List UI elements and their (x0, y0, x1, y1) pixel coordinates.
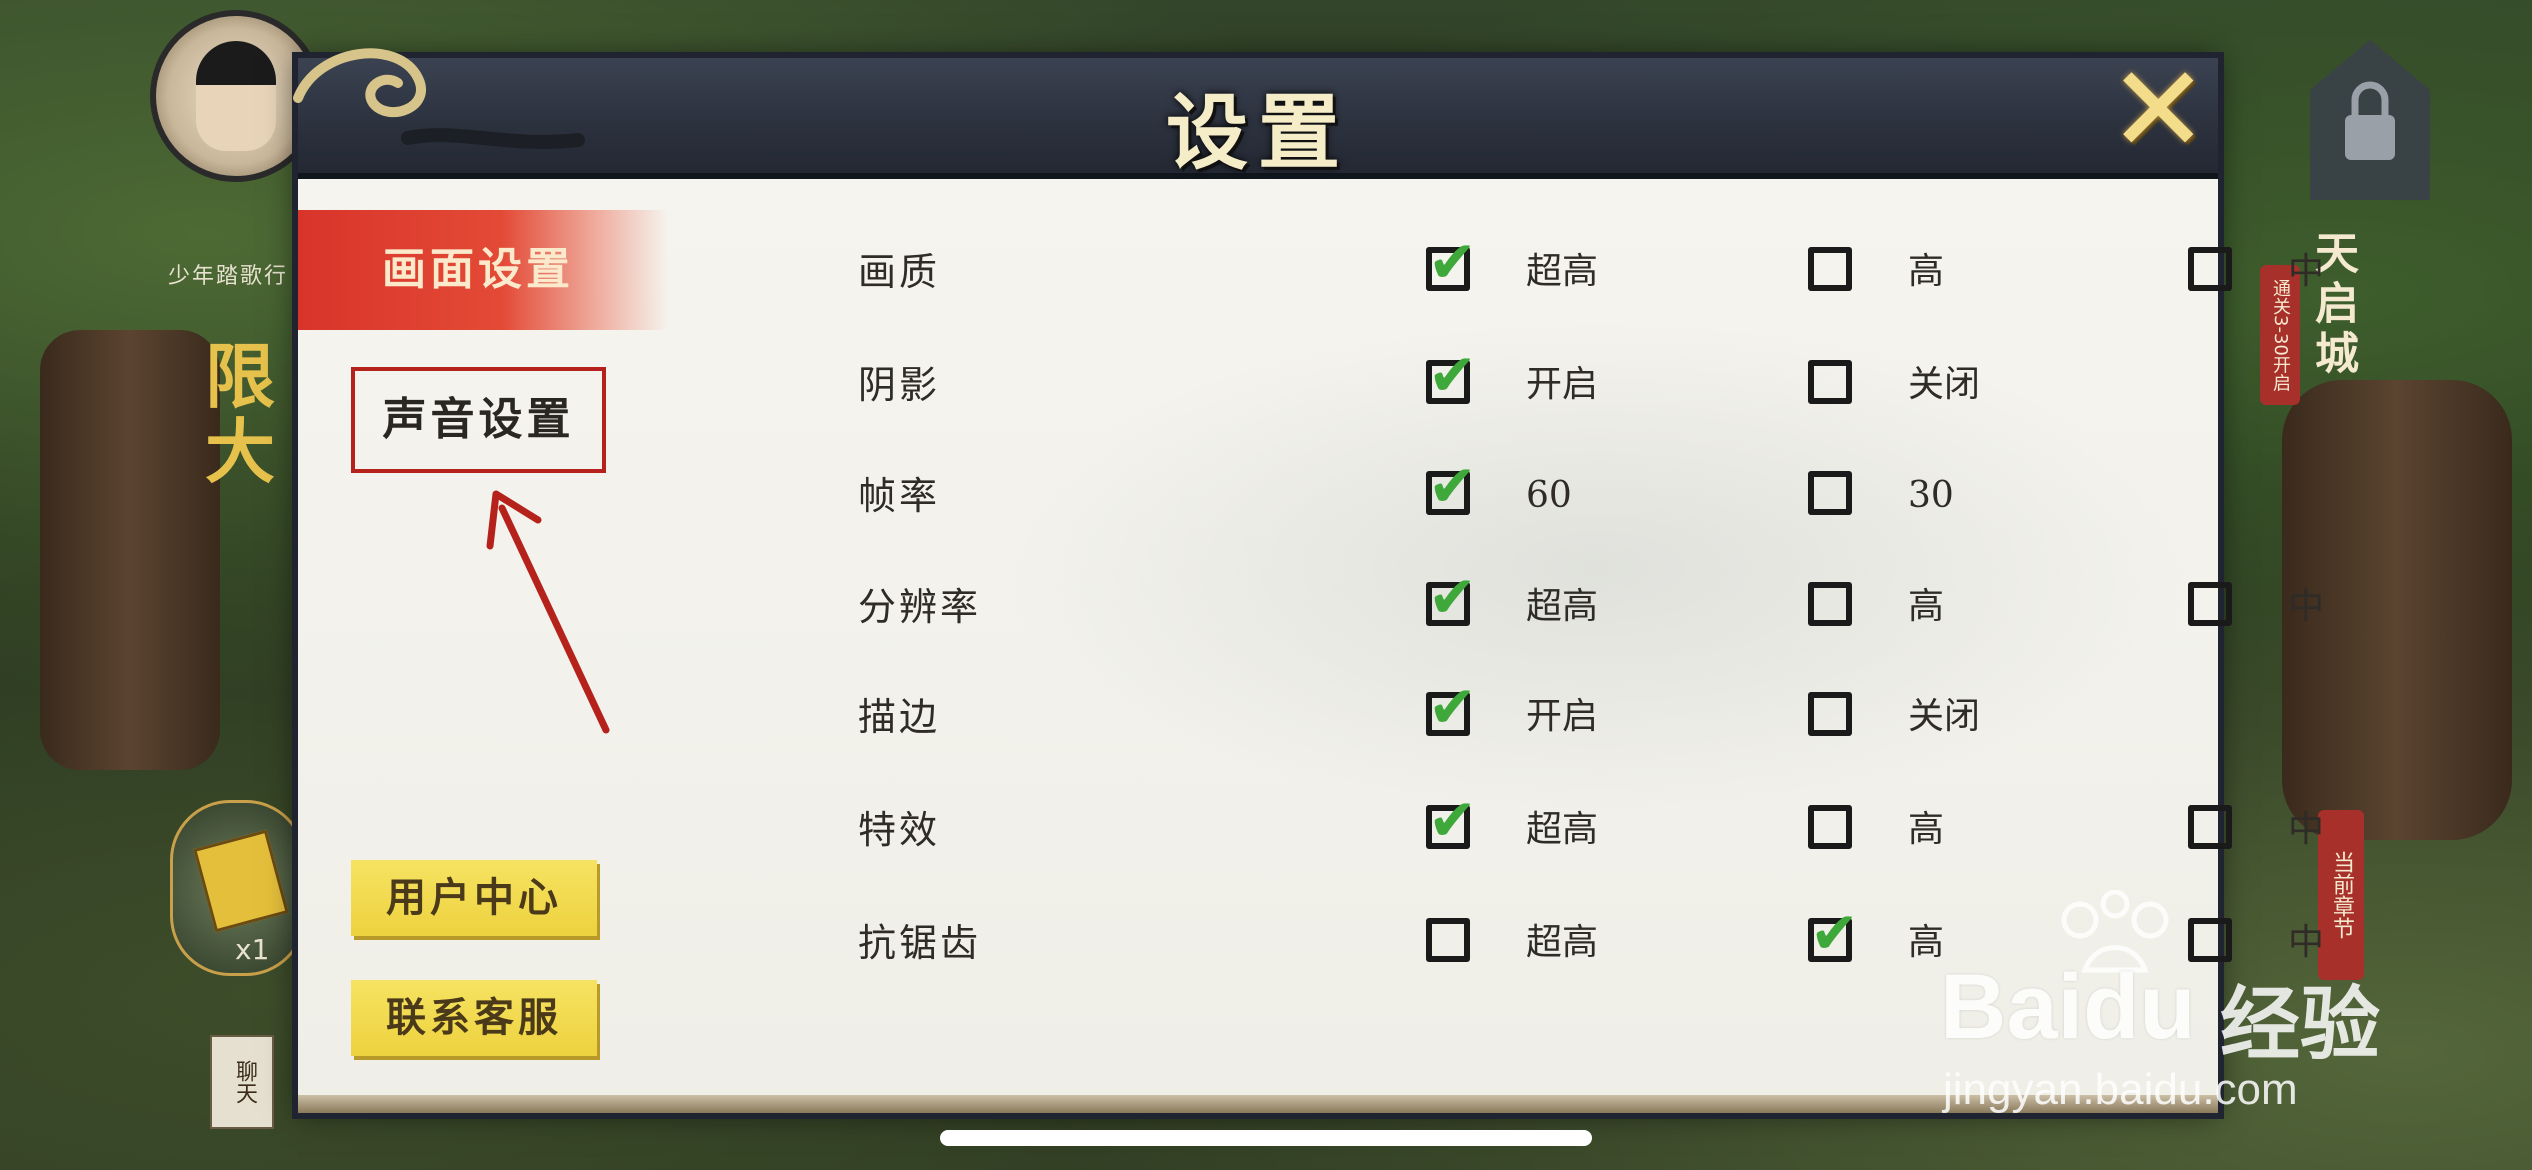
watermark-brand-cn: 经验 (2220, 978, 2380, 1071)
setting-row-framerate: 帧率 ✔ 60 30 (858, 457, 2158, 531)
option-label: 超高 (1526, 809, 1599, 850)
setting-label: 分辨率 (858, 585, 982, 629)
setting-option-checkbox[interactable]: 高 (1808, 237, 2048, 307)
setting-label: 阴影 (858, 363, 941, 407)
setting-row-shadow: 阴影 ✔ 开启 关闭 (858, 346, 2158, 420)
setting-option-checkbox[interactable]: ✔ 60 (1426, 457, 1666, 531)
setting-row-quality: 画质 ✔ 超高 高 中 (858, 233, 2324, 307)
setting-option-checkbox[interactable]: 中 (2188, 572, 2388, 642)
option-label: 高 (1908, 586, 1945, 627)
baidu-watermark: Baidu 经验 jingyan.baidu.com (1935, 890, 2495, 1120)
option-label: 60 (1526, 475, 1572, 516)
bag-count: x1 (235, 933, 270, 966)
checkbox-square-icon (1426, 918, 1470, 962)
checkbox-square-icon (1808, 805, 1852, 849)
setting-label: 描边 (858, 695, 941, 739)
setting-label: 画质 (858, 250, 941, 294)
option-label: 30 (1908, 475, 1954, 516)
contact-service-button[interactable]: 联系客服 (351, 980, 597, 1056)
checkbox-square-icon (2188, 582, 2232, 626)
setting-option-checkbox[interactable]: 中 (2188, 237, 2388, 307)
close-icon: ✕ (2108, 41, 2209, 180)
checkbox-square-icon (1808, 471, 1852, 515)
setting-option-checkbox[interactable]: 关闭 (1808, 682, 2048, 752)
setting-option-checkbox[interactable]: 关闭 (1808, 350, 2048, 420)
setting-option-checkbox[interactable]: 30 (1808, 461, 2048, 531)
setting-option-checkbox[interactable]: 中 (2188, 795, 2388, 865)
setting-option-checkbox[interactable]: ✔ 超高 (1426, 568, 1666, 642)
option-label: 开启 (1526, 696, 1599, 737)
setting-option-checkbox[interactable]: ✔ 开启 (1426, 678, 1666, 752)
checkbox-square-icon (2188, 247, 2232, 291)
watermark-url: jingyan.baidu.com (1943, 1065, 2298, 1114)
option-label: 中 (2288, 586, 2325, 627)
settings-dialog: 设置 ✕ 画面设置 声音设置 用户中心 联系客服 画质 ✔ 超高高中 阴影 ✔ 开启 关闭… (293, 48, 2324, 1113)
tab-display-settings[interactable]: 画面设置 (298, 210, 668, 330)
left-event-sign[interactable]: 限大 (205, 340, 295, 500)
setting-row-effects: 特效 ✔ 超高 高 中 (858, 791, 2324, 865)
checkbox-square-icon (2188, 805, 2232, 849)
option-label: 高 (1908, 809, 1945, 850)
annotation-arrow-icon (486, 490, 610, 734)
checkmark-icon: ✔ (1428, 452, 1477, 520)
setting-row-resolution: 分辨率 ✔ 超高 高 中 (858, 568, 2324, 642)
option-label: 超高 (1526, 922, 1599, 963)
setting-label: 抗锯齿 (858, 921, 982, 965)
setting-option-checkbox[interactable]: 高 (1808, 795, 2048, 865)
setting-option-checkbox[interactable]: 超高 (1426, 908, 1666, 978)
chat-button[interactable]: 聊天 (210, 1035, 274, 1129)
checkmark-icon: ✔ (1428, 563, 1477, 631)
option-label: 超高 (1526, 251, 1599, 292)
setting-option-checkbox[interactable]: ✔ 超高 (1426, 791, 1666, 865)
watermark-brand: Baidu (1940, 956, 2196, 1058)
checkmark-icon: ✔ (1428, 786, 1477, 854)
option-label: 关闭 (1908, 364, 1981, 405)
checkbox-square-icon (1808, 247, 1852, 291)
setting-label: 特效 (858, 808, 941, 852)
tab-sound-settings[interactable]: 声音设置 (351, 367, 606, 473)
left-event-caption: 少年踏歌行 (168, 264, 289, 289)
setting-option-checkbox[interactable]: ✔ 开启 (1426, 346, 1666, 420)
setting-label: 帧率 (858, 474, 941, 518)
setting-option-checkbox[interactable]: 高 (1808, 572, 2048, 642)
option-label: 超高 (1526, 586, 1599, 627)
checkmark-icon: ✔ (1810, 899, 1859, 967)
checkmark-icon: ✔ (1428, 228, 1477, 296)
bag-item-icon (193, 829, 289, 933)
option-label: 中 (2288, 809, 2325, 850)
option-label: 开启 (1526, 364, 1599, 405)
checkbox-square-icon (1808, 360, 1852, 404)
setting-option-checkbox[interactable]: ✔ 超高 (1426, 233, 1666, 307)
checkbox-square-icon (1808, 582, 1852, 626)
checkmark-icon: ✔ (1428, 673, 1477, 741)
tree-trunk-left (40, 330, 220, 770)
option-label: 中 (2288, 251, 2325, 292)
setting-row-outline: 描边 ✔ 开启 关闭 (858, 678, 2158, 752)
checkmark-icon: ✔ (1428, 341, 1477, 409)
close-button[interactable]: ✕ (2108, 51, 2209, 171)
user-center-button[interactable]: 用户中心 (351, 860, 597, 936)
bag-icon[interactable]: x1 (170, 800, 306, 976)
checkbox-square-icon (1808, 692, 1852, 736)
swirl-decoration-icon (293, 48, 585, 149)
lock-icon[interactable] (2300, 30, 2440, 210)
option-label: 高 (1908, 251, 1945, 292)
home-indicator[interactable] (940, 1130, 1592, 1146)
option-label: 关闭 (1908, 696, 1981, 737)
